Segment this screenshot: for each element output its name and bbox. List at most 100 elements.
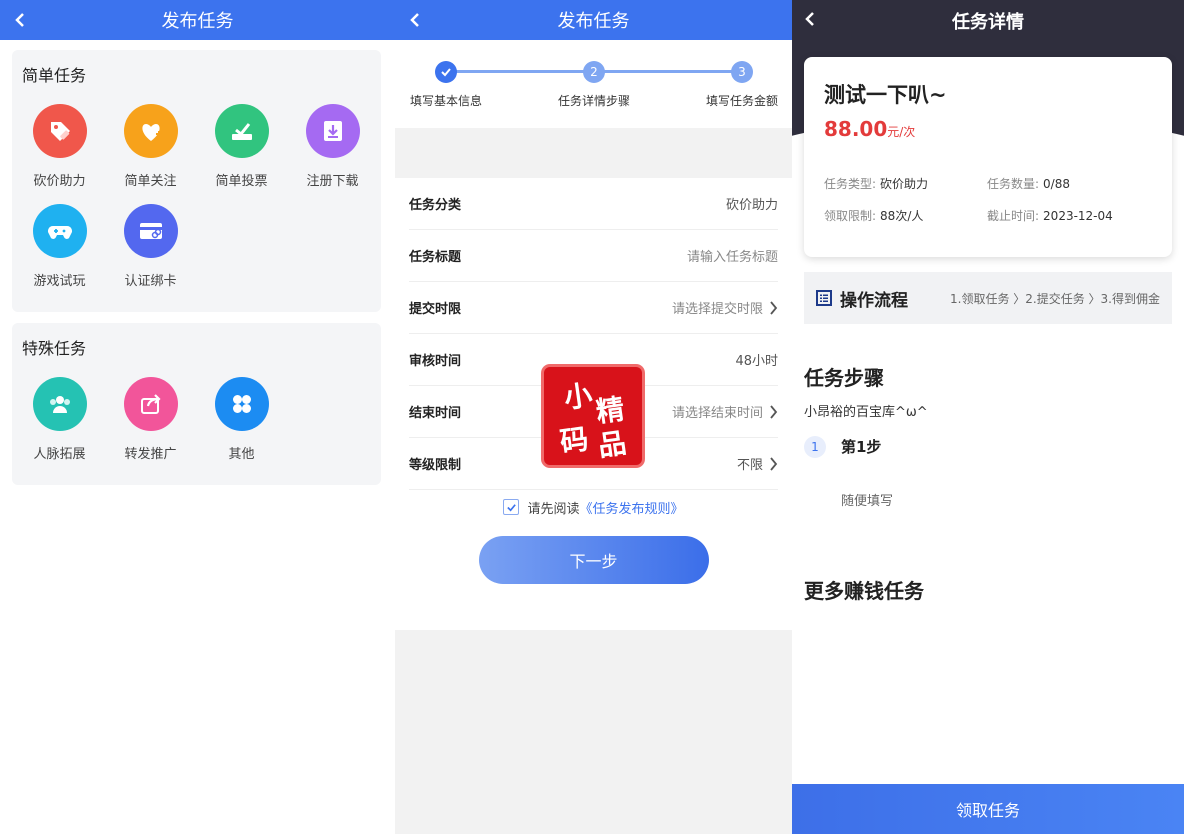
- form-label: 任务分类: [409, 198, 462, 213]
- back-button[interactable]: [6, 6, 34, 34]
- people-icon-badge: [32, 377, 87, 431]
- task-type: 任务类型: 砍价助力: [824, 175, 928, 192]
- task-type-label: 简单关注: [124, 174, 177, 189]
- stamp-char: 小: [562, 378, 595, 415]
- task-type-label: 人脉拓展: [33, 447, 86, 462]
- take-task-button[interactable]: 领取任务: [792, 784, 1184, 834]
- task-type-label: 游戏试玩: [33, 274, 86, 289]
- chevron-left-icon: [15, 13, 24, 27]
- kv-value: 88次/人: [880, 209, 924, 223]
- chevron-right-icon: [770, 404, 778, 419]
- gamepad-icon: [47, 226, 72, 239]
- form-label: 提交时限: [409, 302, 462, 317]
- section-title: 简单任务: [22, 66, 87, 85]
- back-button[interactable]: [401, 6, 429, 34]
- task-type-label: 其他: [228, 447, 255, 462]
- task-type-item[interactable]: 注册下载: [287, 94, 378, 194]
- task-type-item[interactable]: 其他: [196, 367, 287, 467]
- simple-task-grid: 砍价助力 简单关注 简单投票 注册下载游戏试玩 认证绑卡: [12, 94, 381, 294]
- people-icon: [49, 396, 70, 413]
- step-dot-3: 3: [731, 61, 753, 83]
- publish-panel: 发布任务 简单任务 砍价助力 简单关注 简单投票 注册下载 游戏试玩 认证绑卡 特殊任务 …: [0, 0, 395, 834]
- form-label: 任务标题: [409, 250, 462, 265]
- task-type-item[interactable]: 简单关注: [105, 94, 196, 194]
- task-type-label: 砍价助力: [33, 174, 86, 189]
- flow-steps: 1.领取任务 〉2.提交任务 〉3.得到佣金: [950, 291, 1160, 306]
- form-value-text: 不限: [736, 458, 763, 473]
- form-value-text: 请选择提交时限: [671, 302, 763, 317]
- next-step-button[interactable]: 下一步: [478, 536, 709, 584]
- chevron-right-icon: [770, 456, 778, 471]
- operation-flow: 操作流程 1.领取任务 〉2.提交任务 〉3.得到佣金: [804, 272, 1172, 324]
- task-type-item[interactable]: 游戏试玩: [14, 194, 105, 294]
- download-icon: [323, 121, 342, 141]
- tag-icon-badge: [32, 104, 87, 158]
- form-row[interactable]: 提交时限 请选择提交时限: [409, 282, 778, 334]
- form-value-text: 48小时: [735, 354, 778, 369]
- step-name: 第1步: [841, 438, 882, 456]
- share-icon-badge: [123, 377, 178, 431]
- step-dot-1: [435, 61, 457, 83]
- page-title: 任务详情: [952, 12, 1024, 33]
- chevron-right-icon: [770, 300, 778, 315]
- step-description: 随便填写: [841, 494, 894, 509]
- form-value: 48小时: [735, 350, 778, 369]
- task-type-item[interactable]: 转发推广: [105, 367, 196, 467]
- task-limit: 领取限制: 88次/人: [824, 207, 923, 224]
- task-type-item[interactable]: 认证绑卡: [105, 194, 196, 294]
- task-type-item[interactable]: 人脉拓展: [14, 367, 105, 467]
- form-value: 不限: [737, 454, 778, 473]
- steps-description: 小昂裕的百宝库^ω^: [804, 405, 928, 420]
- rules-link[interactable]: 《任务发布规则》: [580, 498, 684, 517]
- agreement-row: 请先阅读 《任务发布规则》: [395, 490, 792, 524]
- kv-label: 领取限制:: [824, 209, 877, 223]
- price-unit: 元/次: [887, 125, 916, 139]
- form-row[interactable]: 任务标题 请输入任务标题: [409, 230, 778, 282]
- agree-prefix: 请先阅读: [527, 501, 580, 517]
- watermark-stamp: 小 精 码 品: [544, 367, 642, 465]
- share-icon: [140, 394, 161, 414]
- form-value: 请选择结束时间: [672, 402, 778, 421]
- kv-label: 截止时间:: [987, 209, 1040, 223]
- task-detail-panel: 任务详情 测试一下叭~ 88.00元/次 任务类型: 砍价助力 任务数量: 0/88…: [792, 0, 1184, 834]
- download-icon-badge: [305, 104, 360, 158]
- task-type-label: 认证绑卡: [124, 274, 177, 289]
- gamepad-icon-badge: [32, 204, 87, 258]
- form-label: 结束时间: [409, 406, 462, 421]
- form-header: 发布任务: [395, 0, 792, 40]
- step-label-2: 任务详情步骤: [558, 94, 631, 108]
- check-icon: [441, 68, 451, 77]
- heart-plus-icon: [141, 124, 162, 141]
- publish-header: 发布任务: [0, 0, 395, 40]
- step-dot-2: 2: [583, 61, 605, 83]
- list-icon: [816, 290, 832, 306]
- task-deadline: 截止时间: 2023-12-04: [987, 207, 1113, 224]
- card-link-icon: [139, 223, 162, 239]
- form-value: 砍价助力: [726, 194, 778, 213]
- task-type-label: 简单投票: [215, 174, 268, 189]
- stamp-char: 码: [558, 422, 591, 459]
- task-type-item[interactable]: 简单投票: [196, 94, 287, 194]
- form-label: 审核时间: [409, 354, 462, 369]
- publish-form-panel: 发布任务 2 3 填写基本信息 任务详情步骤 填写任务金额 任务分类 砍价助力 任务…: [395, 0, 792, 834]
- kv-label: 任务数量:: [987, 177, 1040, 191]
- step-number: 1: [804, 436, 826, 458]
- agree-checkbox[interactable]: [503, 499, 520, 515]
- flow-title: 操作流程: [840, 290, 908, 311]
- section-title: 特殊任务: [22, 339, 87, 358]
- task-type-item[interactable]: 砍价助力: [14, 94, 105, 194]
- form-row[interactable]: 任务分类 砍价助力: [409, 178, 778, 230]
- vote-icon: [231, 123, 252, 140]
- form-label: 等级限制: [409, 458, 462, 473]
- clover-icon-badge: [214, 377, 269, 431]
- stamp-char: 品: [596, 426, 629, 463]
- kv-value: 0/88: [1043, 177, 1070, 191]
- step-label-3: 填写任务金额: [706, 94, 779, 108]
- form-value: 请输入任务标题: [687, 246, 778, 265]
- heart-plus-icon-badge: [123, 104, 178, 158]
- special-task-grid: 人脉拓展 转发推广 其他: [12, 367, 381, 467]
- form-value-text: 请输入任务标题: [686, 250, 778, 265]
- step-label-1: 填写基本信息: [410, 94, 483, 108]
- price-value: 88.00: [824, 117, 888, 141]
- task-price: 88.00元/次: [824, 117, 1152, 141]
